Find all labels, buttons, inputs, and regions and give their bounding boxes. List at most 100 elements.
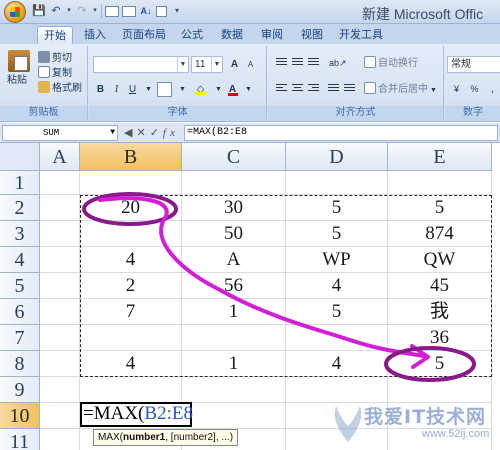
align-left-icon[interactable] (274, 82, 289, 96)
cell-b6[interactable]: 7 (80, 299, 182, 325)
comma-icon[interactable]: , (485, 82, 500, 97)
decrease-indent-icon[interactable] (326, 82, 341, 96)
cell-a9[interactable] (40, 377, 80, 403)
cell-b4[interactable]: 4 (80, 247, 182, 273)
cell-a11[interactable] (40, 429, 80, 450)
cell-a3[interactable] (40, 221, 80, 247)
tab-developer[interactable]: 开发工具 (336, 26, 386, 44)
select-all-corner[interactable] (0, 143, 40, 171)
row-header-11[interactable]: 11 (0, 429, 40, 450)
enter-icon[interactable]: ✓ (150, 127, 163, 139)
chevron-down-icon[interactable]: ▼ (175, 82, 190, 97)
fill-color-icon[interactable]: ◇ (193, 82, 208, 97)
cell-d6[interactable]: 5 (286, 299, 388, 325)
cell-a5[interactable] (40, 273, 80, 299)
row-header-5[interactable]: 5 (0, 273, 40, 299)
cell-d5[interactable]: 4 (286, 273, 388, 299)
align-top-icon[interactable] (274, 56, 289, 70)
cell-a4[interactable] (40, 247, 80, 273)
cell-a1[interactable] (40, 171, 80, 195)
cell-e8[interactable]: 5 (388, 351, 492, 377)
cell-a7[interactable] (40, 325, 80, 351)
underline-icon[interactable]: U (125, 82, 140, 97)
row-header-10[interactable]: 10 (0, 403, 40, 429)
chevron-down-icon[interactable]: ▼ (241, 82, 256, 97)
cell-c7[interactable] (182, 325, 286, 351)
name-box[interactable]: SUM ▼ (2, 125, 118, 141)
dropdown-icon[interactable]: ◀ (124, 127, 136, 139)
cell-a10[interactable] (40, 403, 80, 429)
cell-e3[interactable]: 874 (388, 221, 492, 247)
format-painter-button[interactable]: 格式刷 (38, 81, 82, 96)
cell-e9[interactable] (388, 377, 492, 403)
cell-b3[interactable] (80, 221, 182, 247)
tab-page-layout[interactable]: 页面布局 (120, 26, 168, 44)
column-header-e[interactable]: E (388, 143, 492, 171)
increase-indent-icon[interactable] (342, 82, 357, 96)
cell-b8[interactable]: 4 (80, 351, 182, 377)
cell-d2[interactable]: 5 (286, 195, 388, 221)
cell-d1[interactable] (286, 171, 388, 195)
bold-icon[interactable]: B (93, 82, 108, 97)
italic-icon[interactable]: I (109, 82, 124, 97)
cell-c6[interactable]: 1 (182, 299, 286, 325)
office-button[interactable] (4, 1, 26, 23)
cell-c4[interactable]: A (182, 247, 286, 273)
formula-input[interactable]: =MAX(B2:E8 (184, 125, 498, 141)
row-header-6[interactable]: 6 (0, 299, 40, 325)
cell-c9[interactable] (182, 377, 286, 403)
column-header-a[interactable]: A (40, 143, 80, 171)
row-header-9[interactable]: 9 (0, 377, 40, 403)
align-middle-icon[interactable] (290, 56, 305, 70)
align-center-icon[interactable] (290, 82, 305, 96)
font-size-combo[interactable]: 11 ▼ (191, 56, 223, 73)
cell-e6[interactable]: 我 (388, 299, 492, 325)
cell-d10[interactable] (286, 403, 388, 429)
redo-icon[interactable]: ↷ (75, 4, 89, 18)
undo-icon[interactable]: ↶ (49, 4, 63, 18)
tab-insert[interactable]: 插入 (78, 26, 112, 44)
cell-d9[interactable] (286, 377, 388, 403)
number-format-combo[interactable]: 常规 (447, 56, 500, 73)
cell-c10[interactable] (182, 403, 286, 429)
row-header-8[interactable]: 8 (0, 351, 40, 377)
cell-c5[interactable]: 56 (182, 273, 286, 299)
row-header-3[interactable]: 3 (0, 221, 40, 247)
cell-e10[interactable] (388, 403, 492, 429)
align-right-icon[interactable] (306, 82, 321, 96)
cell-a8[interactable] (40, 351, 80, 377)
cell-c2[interactable]: 30 (182, 195, 286, 221)
cancel-icon[interactable]: ✕ (136, 127, 149, 139)
copy-button[interactable]: 复制 (38, 66, 72, 81)
currency-icon[interactable]: ¥ (449, 82, 464, 97)
chevron-down-icon[interactable]: ▼ (141, 82, 156, 97)
align-bottom-icon[interactable] (306, 56, 321, 70)
tab-data[interactable]: 数据 (214, 26, 250, 44)
table-icon[interactable] (122, 5, 136, 17)
dropdown-icon[interactable]: ▾ (92, 4, 98, 18)
tab-home[interactable]: 开始 (37, 26, 73, 44)
percent-icon[interactable]: % (467, 82, 482, 97)
border-icon[interactable] (157, 82, 172, 97)
cell-d3[interactable]: 5 (286, 221, 388, 247)
insert-function-icon[interactable]: fx (163, 127, 179, 139)
row-header-7[interactable]: 7 (0, 325, 40, 351)
font-color-icon[interactable]: A (225, 82, 240, 97)
chevron-down-icon[interactable]: ▼ (211, 82, 226, 97)
check-icon[interactable] (156, 5, 167, 17)
grow-font-icon[interactable]: A (227, 57, 242, 72)
column-header-c[interactable]: C (182, 143, 286, 171)
form-icon[interactable] (105, 5, 119, 17)
cell-d11[interactable] (286, 429, 388, 450)
cell-b9[interactable] (80, 377, 182, 403)
cell-d4[interactable]: WP (286, 247, 388, 273)
row-header-2[interactable]: 2 (0, 195, 40, 221)
cell-d8[interactable]: 4 (286, 351, 388, 377)
cut-button[interactable]: 剪切 (38, 51, 72, 66)
wrap-text-button[interactable]: 自动换行 (364, 56, 418, 71)
customize-icon[interactable]: ▾ (170, 4, 184, 18)
sort-icon[interactable]: A↓ (139, 4, 153, 18)
shrink-font-icon[interactable]: A (243, 57, 258, 72)
cell-a6[interactable] (40, 299, 80, 325)
cell-b1[interactable] (80, 171, 182, 195)
